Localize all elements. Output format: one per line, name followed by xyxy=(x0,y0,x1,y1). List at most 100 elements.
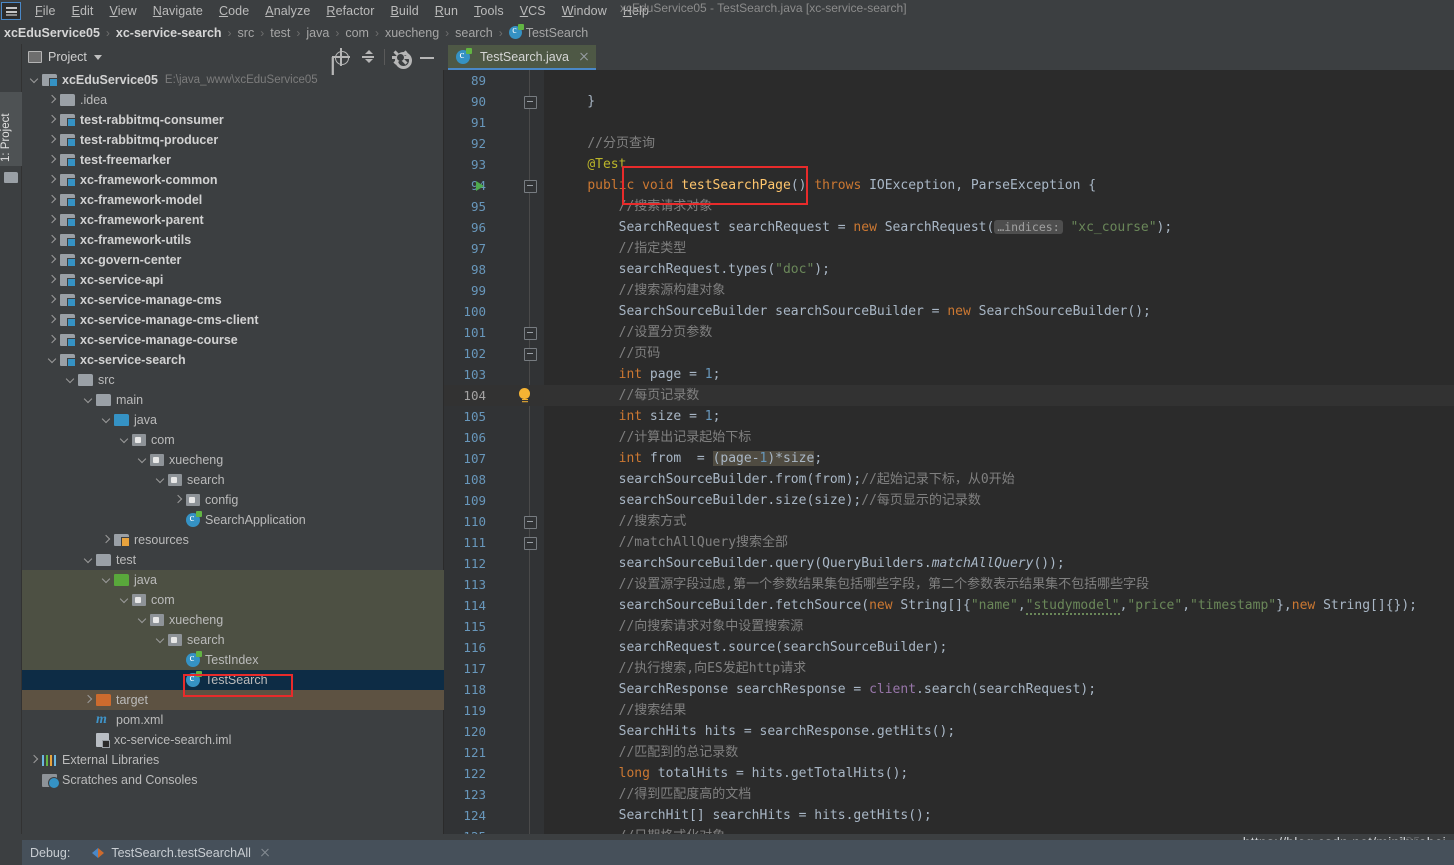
breadcrumb-item-xuecheng[interactable]: xuecheng xyxy=(385,24,439,42)
gutter-line[interactable]: 119 xyxy=(444,700,544,721)
locate-icon[interactable] xyxy=(329,45,355,69)
code-viewport[interactable]: 89 90 91 92 93 94 95 96 97 98 99 100 101 102 103 104 105… xyxy=(444,70,1454,834)
gutter-line[interactable]: 99 xyxy=(444,280,544,301)
chevron-down-icon[interactable] xyxy=(100,574,112,586)
tree-item-main[interactable]: main xyxy=(22,390,444,410)
tree-item-xc-service-search[interactable]: xc-service-search xyxy=(22,350,444,370)
tree-item-pom-xml[interactable]: m pom.xml xyxy=(22,710,444,730)
menu-item-tools[interactable]: Tools xyxy=(466,2,512,20)
code-line[interactable]: //得到匹配度高的文档 xyxy=(544,784,1454,805)
tree-item-searchapplication[interactable]: SearchApplication xyxy=(22,510,444,530)
menu-item-build[interactable]: Build xyxy=(382,2,426,20)
chevron-down-icon[interactable] xyxy=(136,454,148,466)
tree-item-xceduservice05[interactable]: xcEduService05 E:\java_www\xcEduService05 xyxy=(22,70,444,90)
code-line[interactable]: long totalHits = hits.getTotalHits(); xyxy=(544,763,1454,784)
tree-item-xuecheng[interactable]: xuecheng xyxy=(22,610,444,630)
code-line[interactable]: searchSourceBuilder.fetchSource(new Stri… xyxy=(544,595,1454,616)
gutter-line[interactable]: 115 xyxy=(444,616,544,637)
chevron-down-icon[interactable] xyxy=(136,614,148,626)
gutter-line[interactable]: 103 xyxy=(444,364,544,385)
gutter-line[interactable]: 117 xyxy=(444,658,544,679)
chevron-down-icon[interactable] xyxy=(118,594,130,606)
run-test-icon[interactable] xyxy=(476,181,484,191)
code-line[interactable]: //matchAllQuery搜索全部 xyxy=(544,532,1454,553)
gutter-line[interactable]: 114 xyxy=(444,595,544,616)
code-line[interactable]: //搜索结果 xyxy=(544,700,1454,721)
chevron-right-icon[interactable] xyxy=(82,694,94,706)
code-line[interactable]: //搜索请求对象 xyxy=(544,196,1454,217)
tool-window-button-project[interactable]: 1: Project xyxy=(0,92,22,166)
code-line[interactable]: //向搜索请求对象中设置搜索源 xyxy=(544,616,1454,637)
code-line[interactable]: //页码 xyxy=(544,343,1454,364)
hide-panel-icon[interactable] xyxy=(414,45,440,69)
breadcrumb[interactable]: xcEduService05 › xc-service-search › src › tes… xyxy=(0,22,1454,44)
code-line[interactable]: @Test xyxy=(544,154,1454,175)
chevron-right-icon[interactable] xyxy=(46,134,58,146)
chevron-down-icon[interactable] xyxy=(154,474,166,486)
editor-tab-testsearch[interactable]: TestSearch.java xyxy=(448,45,596,70)
gutter-line[interactable]: 122 xyxy=(444,763,544,784)
fold-toggle-icon[interactable] xyxy=(524,516,537,529)
code-line[interactable]: //每页记录数 xyxy=(544,385,1454,406)
gutter-line[interactable]: 120 xyxy=(444,721,544,742)
code-line[interactable]: //日期格式化对象 xyxy=(544,826,1454,834)
menu-item-view[interactable]: View xyxy=(102,2,145,20)
tree-item-test-rabbitmq-consumer[interactable]: test-rabbitmq-consumer xyxy=(22,110,444,130)
menu-item-vcs[interactable]: VCS xyxy=(512,2,554,20)
gutter-line[interactable]: 121 xyxy=(444,742,544,763)
code-line[interactable]: //搜索方式 xyxy=(544,511,1454,532)
tree-item-search[interactable]: search xyxy=(22,630,444,650)
gutter-line[interactable]: 113 xyxy=(444,574,544,595)
menu-item-navigate[interactable]: Navigate xyxy=(145,2,211,20)
code-line[interactable]: //设置源字段过虑,第一个参数结果集包括哪些字段，第二个参数表示结果集不包括哪些… xyxy=(544,574,1454,595)
gutter-line[interactable]: 109 xyxy=(444,490,544,511)
tree-item-xc-service-manage-cms[interactable]: xc-service-manage-cms xyxy=(22,290,444,310)
gutter-line[interactable]: 96 xyxy=(444,217,544,238)
tree-item-xc-framework-utils[interactable]: xc-framework-utils xyxy=(22,230,444,250)
chevron-right-icon[interactable] xyxy=(46,94,58,106)
code-line[interactable]: searchRequest.source(searchSourceBuilder… xyxy=(544,637,1454,658)
code-line[interactable]: SearchSourceBuilder searchSourceBuilder … xyxy=(544,301,1454,322)
chevron-down-icon[interactable] xyxy=(118,434,130,446)
menu-item-run[interactable]: Run xyxy=(427,2,466,20)
code-line[interactable]: public void testSearchPage() throws IOEx… xyxy=(544,175,1454,196)
tree-item-test-rabbitmq-producer[interactable]: test-rabbitmq-producer xyxy=(22,130,444,150)
tree-item-xc-framework-model[interactable]: xc-framework-model xyxy=(22,190,444,210)
code-line[interactable]: searchSourceBuilder.size(size);//每页显示的记录… xyxy=(544,490,1454,511)
tree-item-test[interactable]: test xyxy=(22,550,444,570)
gutter-line[interactable]: 108 xyxy=(444,469,544,490)
tree-item-java[interactable]: java xyxy=(22,570,444,590)
breadcrumb-item-src[interactable]: src xyxy=(238,24,255,42)
fold-toggle-icon[interactable] xyxy=(524,180,537,193)
chevron-right-icon[interactable] xyxy=(28,754,40,766)
tree-item-testindex[interactable]: TestIndex xyxy=(22,650,444,670)
chevron-down-icon[interactable] xyxy=(82,394,94,406)
gutter-line[interactable]: 124 xyxy=(444,805,544,826)
code-line[interactable]: //计算出记录起始下标 xyxy=(544,427,1454,448)
chevron-right-icon[interactable] xyxy=(46,174,58,186)
gutter-line[interactable]: 107 xyxy=(444,448,544,469)
chevron-right-icon[interactable] xyxy=(46,314,58,326)
gutter-line[interactable]: 95 xyxy=(444,196,544,217)
code-line[interactable]: //指定类型 xyxy=(544,238,1454,259)
tree-item--idea[interactable]: .idea xyxy=(22,90,444,110)
tree-item-xc-framework-parent[interactable]: xc-framework-parent xyxy=(22,210,444,230)
gutter-line[interactable]: 112 xyxy=(444,553,544,574)
code-line[interactable]: //匹配到的总记录数 xyxy=(544,742,1454,763)
code-line[interactable] xyxy=(544,70,1454,91)
chevron-right-icon[interactable] xyxy=(46,154,58,166)
chevron-down-icon[interactable] xyxy=(64,374,76,386)
menu-item-file[interactable]: File xyxy=(27,2,64,20)
code-line[interactable]: SearchHits hits = searchResponse.getHits… xyxy=(544,721,1454,742)
chevron-down-icon[interactable] xyxy=(46,354,58,366)
intention-bulb-icon[interactable] xyxy=(518,388,531,402)
chevron-right-icon[interactable] xyxy=(172,494,184,506)
chevron-right-icon[interactable] xyxy=(46,234,58,246)
tree-item-java[interactable]: java xyxy=(22,410,444,430)
fold-toggle-icon[interactable] xyxy=(524,96,537,109)
tree-item-xc-framework-common[interactable]: xc-framework-common xyxy=(22,170,444,190)
code-line[interactable]: SearchHit[] searchHits = hits.getHits(); xyxy=(544,805,1454,826)
gutter-line[interactable]: 125 xyxy=(444,826,544,834)
chevron-down-icon[interactable] xyxy=(28,74,40,86)
chevron-right-icon[interactable] xyxy=(46,294,58,306)
